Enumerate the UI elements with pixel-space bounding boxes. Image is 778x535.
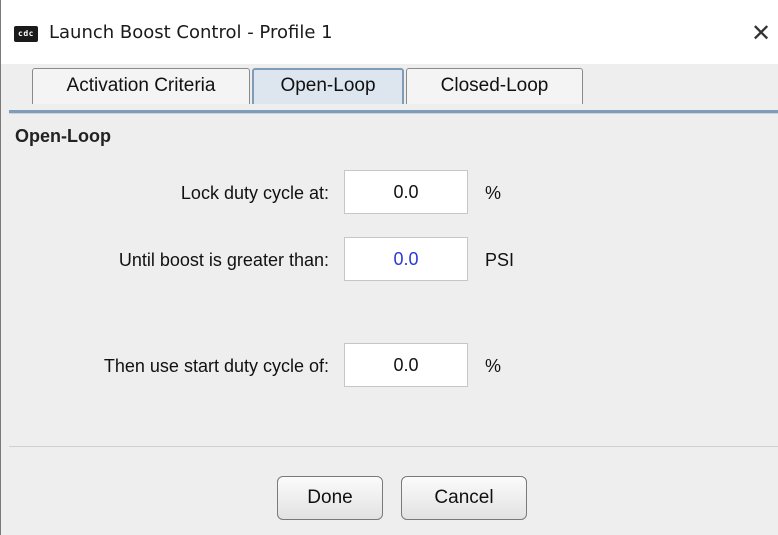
tab-closed-loop[interactable]: Closed-Loop	[406, 68, 583, 104]
done-button[interactable]: Done	[277, 476, 383, 520]
section-title: Open-Loop	[15, 126, 111, 146]
title-bar[interactable]: cdc Launch Boost Control - Profile 1 ✕	[1, 0, 778, 64]
tab-activation-criteria[interactable]: Activation Criteria	[32, 68, 250, 104]
boost-threshold-unit: PSI	[485, 250, 515, 270]
lock-duty-input[interactable]: 0.0	[344, 170, 468, 214]
dialog-window: cdc Launch Boost Control - Profile 1 ✕ A…	[0, 0, 778, 535]
start-duty-unit: %	[485, 356, 502, 376]
window-title: Launch Boost Control - Profile 1	[49, 22, 333, 43]
start-duty-input[interactable]: 0.0	[344, 343, 468, 387]
boost-threshold-input[interactable]: 0.0	[344, 237, 468, 281]
footer-divider	[9, 446, 778, 447]
lock-duty-unit: %	[485, 183, 502, 203]
close-button[interactable]: ✕	[743, 16, 778, 50]
start-duty-label: Then use start duty cycle of:	[103, 356, 329, 376]
tab-bar: Activation Criteria Open-Loop Closed-Loo…	[9, 64, 778, 110]
lock-duty-label: Lock duty cycle at:	[180, 183, 329, 203]
app-logo-icon: cdc	[14, 26, 38, 42]
tab-panel-border-inner	[9, 113, 778, 114]
tab-open-loop[interactable]: Open-Loop	[252, 68, 404, 104]
boost-threshold-label: Until boost is greater than:	[118, 250, 329, 270]
cancel-button[interactable]: Cancel	[401, 476, 527, 520]
